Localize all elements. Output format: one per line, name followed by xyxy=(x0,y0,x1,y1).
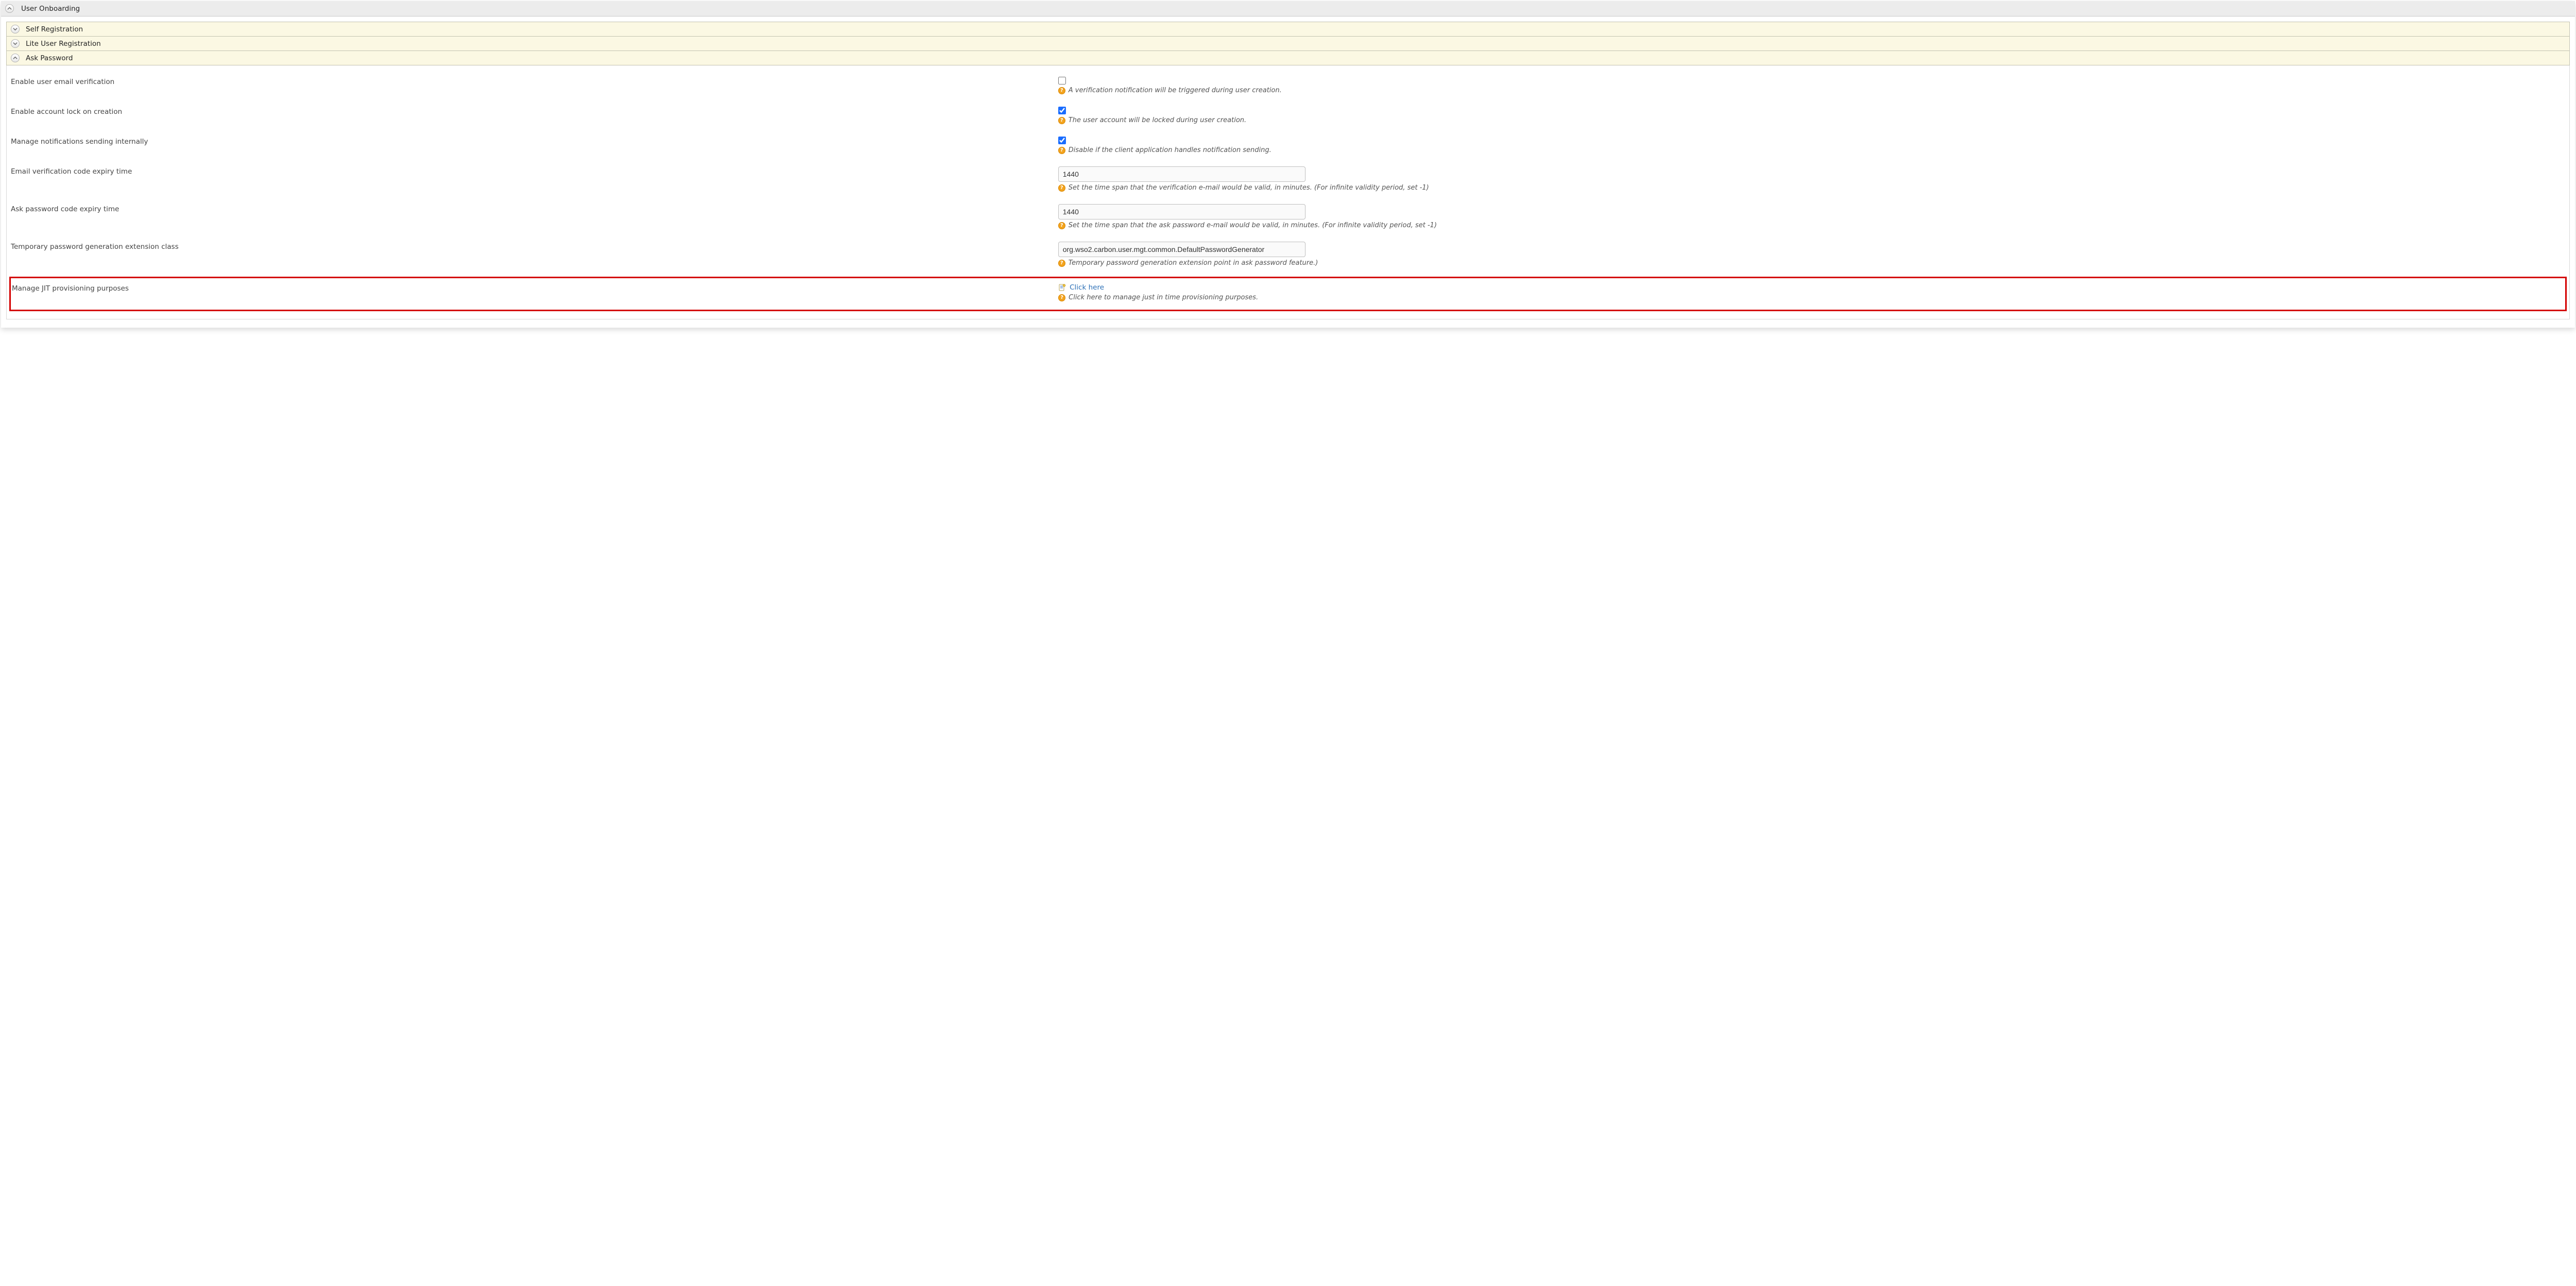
link-click-here[interactable]: Click here xyxy=(1070,283,1104,292)
field-label: Enable user email verification xyxy=(11,77,1058,86)
field-hint: Temporary password generation extension … xyxy=(1069,259,1318,267)
help-icon: ? xyxy=(1058,117,1065,124)
field-label: Ask password code expiry time xyxy=(11,204,1058,213)
field-ask-expiry: Ask password code expiry time ? Set the … xyxy=(9,200,2567,238)
field-label: Manage JIT provisioning purposes xyxy=(12,283,1058,293)
input-temp-password-class[interactable] xyxy=(1058,242,1306,257)
section-header-lite-user-registration[interactable]: Lite User Registration xyxy=(6,36,2570,51)
section-header-ask-password[interactable]: Ask Password xyxy=(6,50,2570,65)
chevron-down-icon[interactable] xyxy=(11,25,20,33)
help-icon: ? xyxy=(1058,147,1065,154)
help-icon: ? xyxy=(1058,222,1065,229)
checkbox-enable-account-lock[interactable] xyxy=(1058,107,1066,114)
field-label: Email verification code expiry time xyxy=(11,166,1058,176)
field-enable-email-verification: Enable user email verification ? A verif… xyxy=(9,73,2567,103)
field-manage-notifications: Manage notifications sending internally … xyxy=(9,132,2567,162)
section-title: Self Registration xyxy=(26,25,83,33)
section-header-self-registration[interactable]: Self Registration xyxy=(6,22,2570,37)
panel-title: User Onboarding xyxy=(19,5,80,13)
field-label: Enable account lock on creation xyxy=(11,107,1058,116)
panel-header-user-onboarding[interactable]: User Onboarding xyxy=(1,1,2575,16)
field-hint: Disable if the client application handle… xyxy=(1069,146,1272,154)
field-hint: Set the time span that the verification … xyxy=(1069,184,1429,192)
chevron-down-icon[interactable] xyxy=(11,39,20,48)
checkbox-enable-email-verification[interactable] xyxy=(1058,77,1066,84)
field-hint: A verification notification will be trig… xyxy=(1069,87,1282,94)
help-icon: ? xyxy=(1058,260,1065,267)
field-manage-jit-purposes: Manage JIT provisioning purposes xyxy=(10,277,2566,311)
field-hint: Set the time span that the ask password … xyxy=(1069,222,1437,229)
field-label: Manage notifications sending internally xyxy=(11,137,1058,146)
section-title: Ask Password xyxy=(26,54,73,62)
input-email-expiry[interactable] xyxy=(1058,166,1306,182)
field-temp-password-class: Temporary password generation extension … xyxy=(9,238,2567,275)
checkbox-manage-notifications[interactable] xyxy=(1058,137,1066,144)
input-ask-expiry[interactable] xyxy=(1058,204,1306,219)
field-hint: Click here to manage just in time provis… xyxy=(1069,294,1258,301)
field-enable-account-lock: Enable account lock on creation ? The us… xyxy=(9,103,2567,132)
help-icon: ? xyxy=(1058,87,1065,94)
field-email-expiry: Email verification code expiry time ? Se… xyxy=(9,162,2567,200)
help-icon: ? xyxy=(1058,294,1065,301)
section-title: Lite User Registration xyxy=(26,40,101,48)
chevron-up-icon[interactable] xyxy=(11,54,20,62)
chevron-up-icon[interactable] xyxy=(5,4,14,13)
field-label: Temporary password generation extension … xyxy=(11,242,1058,251)
field-hint: The user account will be locked during u… xyxy=(1069,116,1246,124)
ask-password-form: Enable user email verification ? A verif… xyxy=(6,65,2570,319)
help-icon: ? xyxy=(1058,184,1065,192)
document-icon xyxy=(1058,283,1066,292)
